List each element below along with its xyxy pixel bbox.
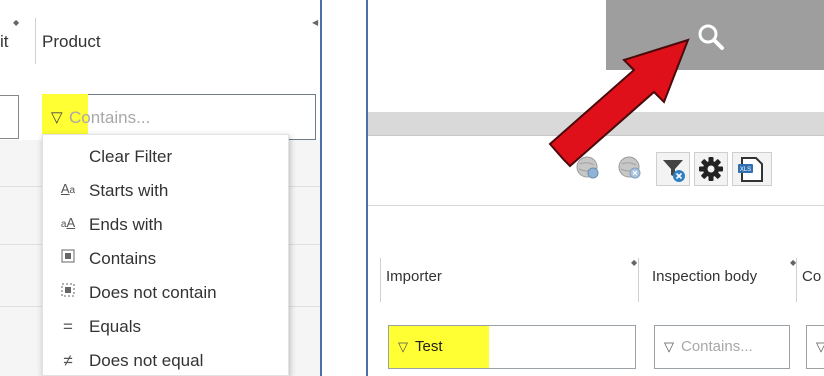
- menu-item-label: Does not contain: [89, 283, 217, 302]
- equals-icon: =: [63, 317, 73, 336]
- toolbar-divider: [368, 205, 824, 206]
- menu-item-label: Equals: [89, 317, 141, 336]
- column-separator: [638, 258, 639, 302]
- column-resize-grip-icon[interactable]: ◆: [631, 258, 637, 267]
- product-column-header[interactable]: Product: [42, 32, 101, 52]
- not-equal-icon: ≠: [63, 351, 73, 370]
- filter-operator-menu: Clear Filter Aa Starts with aA Ends with…: [42, 134, 289, 376]
- importer-column-header[interactable]: Importer: [386, 268, 442, 285]
- filter-icon[interactable]: ▽: [51, 108, 63, 126]
- column-separator: [796, 258, 797, 302]
- menu-item-ends-with[interactable]: aA Ends with: [43, 209, 290, 243]
- filter-placeholder: Contains...: [69, 108, 151, 127]
- does-not-contain-icon: [55, 283, 81, 300]
- menu-item-does-not-contain[interactable]: Does not contain: [43, 277, 290, 311]
- importer-filter-input[interactable]: ▽ Test: [388, 325, 636, 369]
- filter-icon[interactable]: ▽: [816, 339, 824, 355]
- menu-item-starts-with[interactable]: Aa Starts with: [43, 175, 290, 209]
- column-separator: [380, 258, 381, 302]
- settings-button[interactable]: [694, 152, 728, 186]
- export-xls-button[interactable]: XLS: [732, 152, 772, 186]
- menu-item-label: Starts with: [89, 181, 169, 200]
- next-column-filter-input[interactable]: ▽: [806, 325, 824, 369]
- callout-arrow-icon: [548, 38, 690, 168]
- product-filter-panel: it ◆ Product ◀ ▽ Contains... Clear Filte…: [0, 0, 322, 376]
- export-xls-icon: XLS: [738, 157, 763, 182]
- column-resize-grip-icon[interactable]: ◀: [312, 18, 318, 27]
- starts-with-icon: Aa: [60, 181, 76, 196]
- menu-item-clear-filter[interactable]: Clear Filter: [43, 141, 290, 175]
- menu-item-label: Ends with: [89, 215, 163, 234]
- menu-item-label: Does not equal: [89, 351, 204, 370]
- menu-item-equals[interactable]: = Equals: [43, 311, 290, 345]
- xls-label: XLS: [740, 167, 751, 173]
- filter-placeholder: Contains...: [681, 338, 753, 355]
- inspection-body-column-header[interactable]: Inspection body: [652, 268, 757, 285]
- menu-item-label: Clear Filter: [89, 147, 173, 166]
- next-column-header[interactable]: Co: [802, 268, 821, 285]
- column-resize-grip-icon[interactable]: ◆: [13, 18, 19, 27]
- menu-item-does-not-equal[interactable]: ≠ Does not equal: [43, 345, 290, 376]
- menu-item-contains[interactable]: Contains: [43, 243, 290, 277]
- search-icon: [698, 24, 724, 50]
- ends-with-icon: aA: [60, 215, 76, 230]
- column-separator: [35, 18, 36, 64]
- prev-column-header: it: [0, 32, 9, 51]
- inspection-body-filter-input[interactable]: ▽ Contains...: [654, 325, 790, 369]
- filter-icon[interactable]: ▽: [664, 339, 674, 355]
- importer-filter-value: Test: [415, 338, 443, 355]
- prev-column-filter-input[interactable]: [0, 95, 19, 139]
- contains-icon: [55, 249, 81, 266]
- menu-item-label: Contains: [89, 249, 157, 268]
- filter-icon[interactable]: ▽: [398, 339, 408, 355]
- gear-icon: [699, 157, 723, 181]
